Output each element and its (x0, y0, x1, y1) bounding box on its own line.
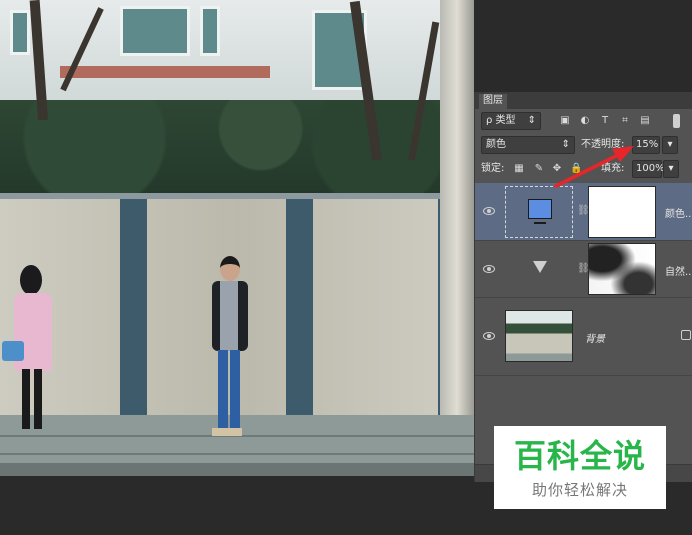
roof (60, 66, 270, 78)
filter-toggle[interactable] (673, 114, 680, 128)
lock-position-icon[interactable]: ✥ (551, 163, 563, 175)
photoshop-window: 图层 ρ 类型 ⇕ ▣ ◐ T ⌗ ▤ 颜色 ⇕ 不透明度: 15% ▾ 锁定:… (0, 0, 692, 535)
lock-pixels-icon[interactable]: ✎ (533, 163, 545, 175)
blend-mode-select[interactable]: 颜色 ⇕ (481, 136, 575, 154)
shape-filter-icon[interactable]: ⌗ (619, 115, 631, 127)
layer-row-vibrance[interactable]: ⛓ 自然... (475, 241, 692, 298)
big-tree-trunk (440, 0, 474, 476)
layer-mask-thumbnail (588, 186, 656, 238)
chevron-down-icon: ⇕ (527, 115, 536, 126)
layer-name[interactable]: 颜色... (665, 205, 692, 220)
lock-row: 锁定: ▦ ✎ ✥ 🔒 填充: 100% ▾ (475, 159, 692, 181)
filter-kind-select[interactable]: ρ 类型 ⇕ (481, 112, 541, 130)
layer-thumbnail (505, 186, 573, 238)
opacity-input[interactable]: 15% (632, 136, 660, 154)
layer-mask-thumbnail (588, 243, 656, 295)
tab-layers[interactable]: 图层 (479, 94, 507, 109)
smart-object-filter-icon[interactable]: ▤ (639, 115, 651, 127)
woman-figure (2, 265, 60, 440)
window (10, 10, 30, 55)
background-thumbnail (505, 310, 573, 362)
opacity-label: 不透明度: (581, 139, 625, 150)
layer-row-background[interactable]: 背景 (475, 298, 692, 376)
blend-row: 颜色 ⇕ 不透明度: 15% ▾ (475, 135, 692, 157)
fill-dropdown-icon[interactable]: ▾ (663, 160, 679, 178)
man-figure (208, 256, 258, 441)
type-filter-icon[interactable]: T (599, 115, 611, 127)
watermark-title: 百科全说 (513, 437, 646, 475)
window (120, 6, 190, 56)
hedge (0, 100, 474, 195)
opacity-dropdown-icon[interactable]: ▾ (662, 136, 678, 154)
adjustment-filter-icon[interactable]: ◐ (579, 115, 591, 127)
visibility-eye-icon[interactable] (483, 265, 495, 273)
watermark-subtitle: 助你轻松解决 (531, 481, 628, 499)
layers-panel: 图层 ρ 类型 ⇕ ▣ ◐ T ⌗ ▤ 颜色 ⇕ 不透明度: 15% ▾ 锁定:… (474, 92, 692, 482)
fill-label: 填充: (601, 163, 625, 174)
layer-name[interactable]: 背景 (585, 330, 605, 345)
canvas-photo[interactable] (0, 0, 474, 476)
chevron-down-icon: ⇕ (561, 139, 570, 150)
visibility-eye-icon[interactable] (483, 207, 495, 215)
layer-name[interactable]: 自然... (665, 263, 692, 278)
fill-input[interactable]: 100% (632, 160, 665, 178)
wall-pillar (286, 199, 313, 421)
filter-row: ρ 类型 ⇕ ▣ ◐ T ⌗ ▤ (475, 111, 692, 133)
panel-tab-bar: 图层 (475, 92, 692, 109)
visibility-eye-icon[interactable] (483, 332, 495, 340)
watermark-logo: 百科全说 助你轻松解决 (494, 426, 666, 509)
vibrance-adjustment-icon (533, 261, 547, 273)
lock-label: 锁定: (481, 163, 505, 174)
curb (0, 463, 474, 476)
lock-transparent-icon[interactable]: ▦ (513, 163, 525, 175)
wall-pillar (120, 199, 147, 421)
window (200, 6, 220, 56)
layer-row-color[interactable]: ⛓ 颜色... (475, 183, 692, 241)
pixel-filter-icon[interactable]: ▣ (559, 115, 571, 127)
lock-icon (681, 330, 691, 340)
lock-all-icon[interactable]: 🔒 (570, 163, 582, 175)
